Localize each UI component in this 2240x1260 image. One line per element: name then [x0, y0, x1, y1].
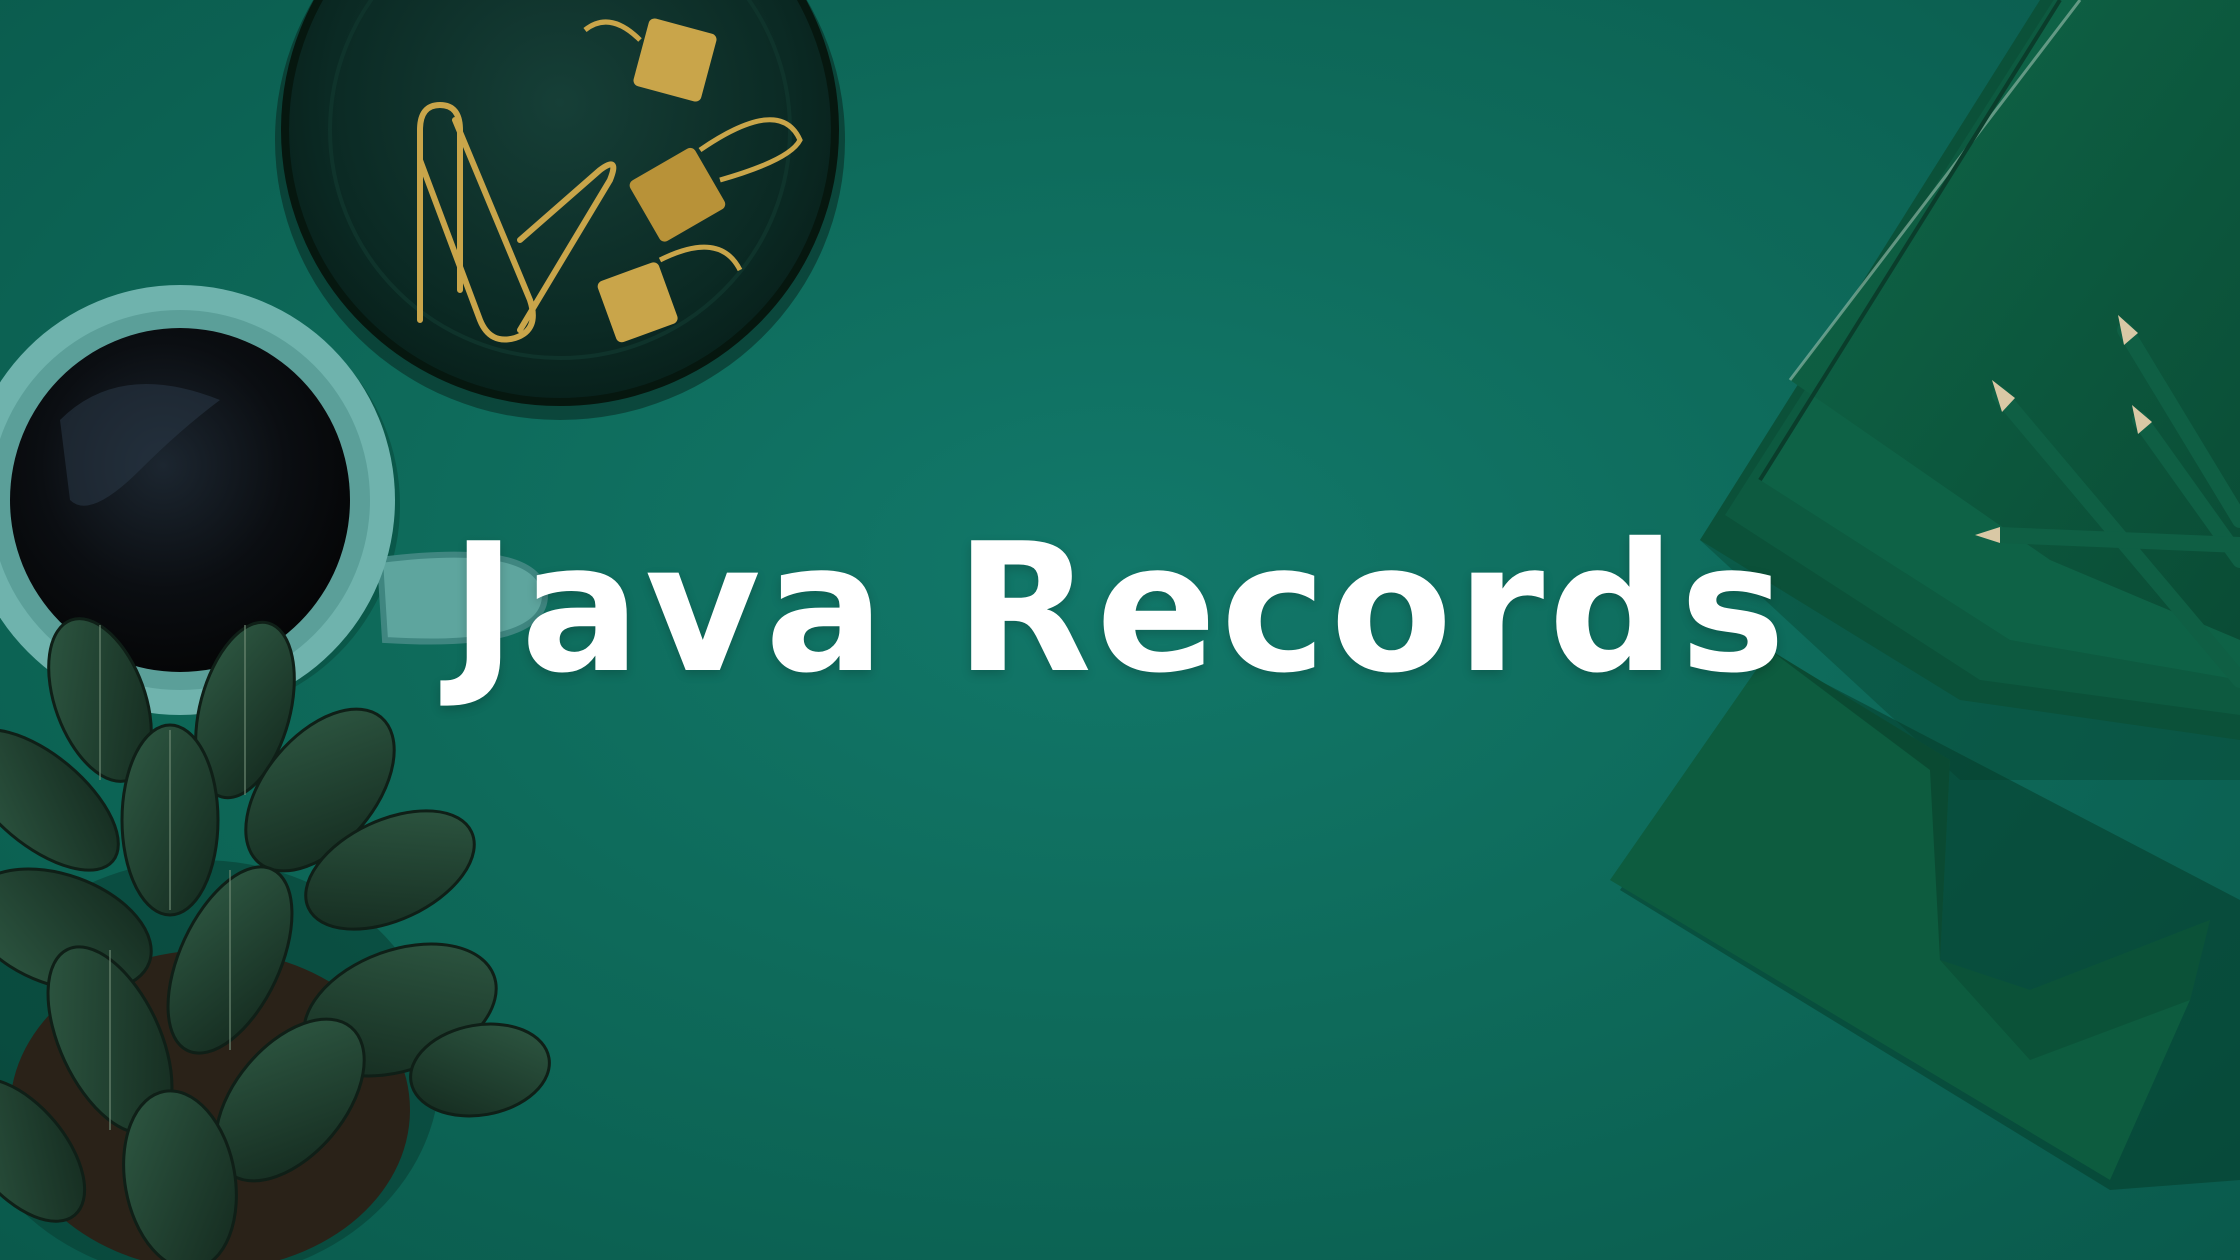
desk-scene: Java Records — [0, 0, 2240, 1260]
potted-plant — [0, 617, 551, 1260]
paperclip-tray — [275, 0, 845, 420]
desk-illustration — [0, 0, 2240, 1260]
